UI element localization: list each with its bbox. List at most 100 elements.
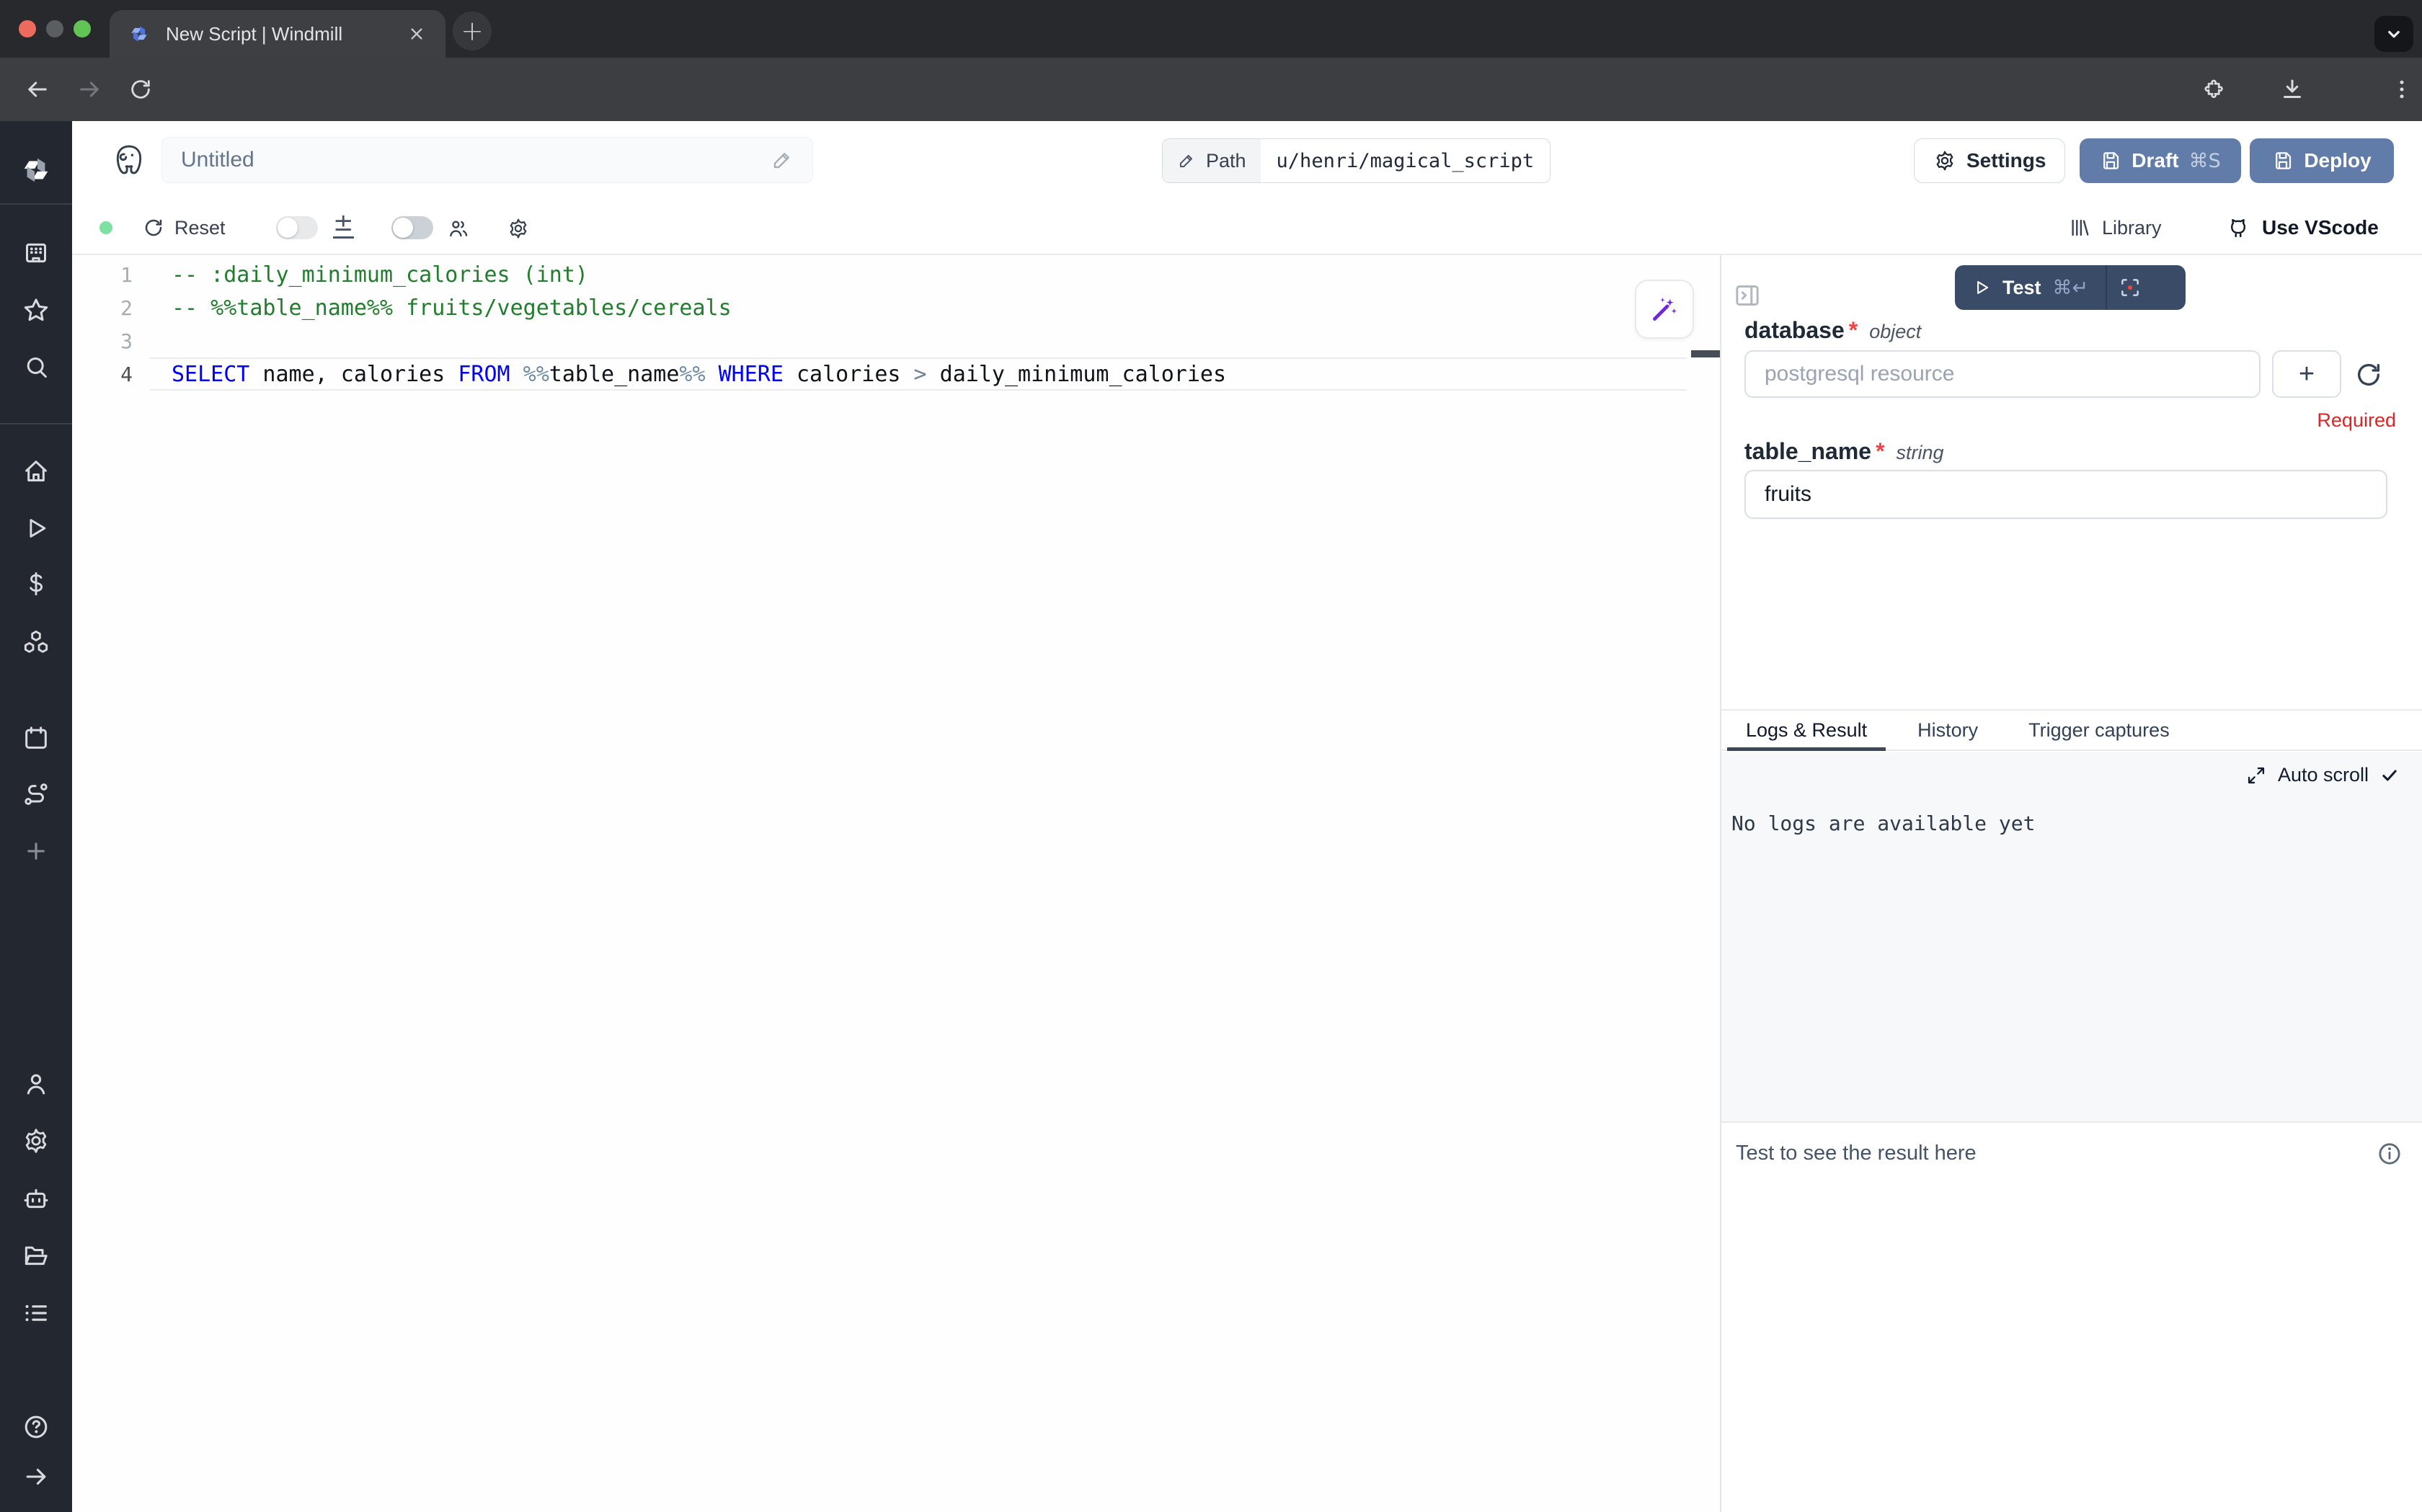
save-icon: [2272, 150, 2294, 172]
code-line-3[interactable]: 3: [72, 324, 1720, 357]
add-resource-button[interactable]: +: [2272, 350, 2341, 398]
browser-toolbar: app.windmill.dev/scripts/add#JTdCJTIyaGF…: [0, 58, 2422, 121]
browser-tab[interactable]: New Script | Windmill: [110, 10, 445, 58]
kebab-menu-icon[interactable]: [2389, 76, 2415, 102]
github-cat-icon: [2226, 215, 2250, 240]
tab-history[interactable]: History: [1899, 711, 1997, 750]
database-resource-input[interactable]: [1744, 350, 2261, 398]
field-type: object: [1869, 321, 1921, 343]
create-plus-icon[interactable]: [22, 837, 50, 865]
home-icon[interactable]: [22, 457, 50, 486]
users-icon: [447, 217, 470, 240]
script-summary-input[interactable]: Untitled: [161, 137, 813, 183]
traffic-light-zoom[interactable]: [74, 20, 91, 37]
magic-wand-icon: [1649, 293, 1680, 325]
windmill-favicon: [128, 23, 150, 45]
edit-pencil-icon[interactable]: [771, 148, 794, 172]
auto-scroll-control[interactable]: Auto scroll: [2246, 764, 2399, 786]
script-path-button[interactable]: Path u/henri/magical_script: [1162, 138, 1551, 183]
multiplayer-toggle[interactable]: [391, 216, 433, 239]
tab-trigger-captures[interactable]: Trigger captures: [2010, 711, 2188, 750]
library-label: Library: [2102, 217, 2162, 239]
browser-tab-strip: New Script | Windmill +: [0, 0, 2422, 58]
ai-assistant-wand-button[interactable]: [1635, 280, 1694, 339]
triggers-route-icon[interactable]: [22, 780, 50, 809]
resources-boxes-icon[interactable]: [22, 628, 50, 657]
code-editor[interactable]: 1 -- :daily_minimum_calories (int) 2-- %%t…: [72, 257, 1720, 1512]
tab-label: History: [1917, 719, 1978, 742]
tab-close-icon[interactable]: [407, 24, 427, 44]
downloads-icon[interactable]: [2279, 76, 2305, 102]
tab-search-button[interactable]: [2374, 16, 2413, 52]
extensions-icon[interactable]: [2200, 77, 2224, 102]
reload-icon[interactable]: [128, 77, 153, 102]
path-label: Path: [1206, 150, 1246, 172]
table-name-input[interactable]: [1744, 470, 2387, 519]
field-name: table_name: [1744, 438, 1871, 465]
back-icon[interactable]: [25, 76, 50, 102]
expand-sidebar-arrow-icon[interactable]: [22, 1463, 50, 1490]
code-line-2[interactable]: 2-- %%table_name%% fruits/vegetables/cer…: [72, 291, 1720, 324]
required-asterisk: *: [1876, 438, 1884, 465]
table-name-field-label: table_name* string: [1744, 438, 1944, 465]
result-placeholder-text: Test to see the result here: [1736, 1142, 1977, 1165]
audit-logs-list-icon[interactable]: [22, 1299, 50, 1328]
windmill-logo[interactable]: [19, 154, 53, 187]
logs-empty-text: No logs are available yet: [1731, 811, 2035, 835]
deploy-label: Deploy: [2304, 149, 2371, 172]
help-icon[interactable]: [22, 1413, 50, 1441]
settings-button[interactable]: Settings: [1914, 138, 2065, 183]
code-text: -- %%table_name%% fruits/vegetables/cere…: [172, 295, 732, 321]
runs-play-icon[interactable]: [22, 515, 50, 542]
workers-robot-icon[interactable]: [22, 1184, 50, 1213]
code-line-4[interactable]: 4SELECT name, calories FROM %%table_name…: [72, 357, 1720, 391]
info-icon[interactable]: [2376, 1140, 2403, 1168]
tab-label: Logs & Result: [1746, 719, 1867, 742]
panel-tabs: Logs & Result History Trigger captures: [1721, 709, 2422, 751]
auto-scroll-label: Auto scroll: [2278, 764, 2369, 786]
line-number: 4: [72, 363, 133, 386]
check-icon: [2380, 766, 2399, 785]
chevron-down-icon: [2383, 23, 2405, 45]
path-value: u/henri/magical_script: [1261, 139, 1551, 182]
traffic-light-close[interactable]: [19, 20, 36, 37]
reset-button[interactable]: Reset: [143, 202, 226, 254]
logs-pane: Auto scroll No logs are available yet: [1721, 752, 2422, 1121]
draft-button[interactable]: Draft ⌘S: [2080, 138, 2241, 183]
refresh-resource-icon[interactable]: [2354, 360, 2383, 389]
required-error-text: Required: [2317, 409, 2396, 432]
collapse-panel-icon[interactable]: [1733, 281, 1762, 310]
tab-logs-result[interactable]: Logs & Result: [1727, 711, 1886, 750]
app-sidebar: [0, 121, 72, 1512]
tab-label: Trigger captures: [2028, 719, 2170, 742]
folders-icon[interactable]: [22, 1241, 50, 1270]
capture-test-button[interactable]: [2107, 265, 2153, 310]
library-button[interactable]: Library: [2069, 202, 2162, 254]
code-line-1[interactable]: 1 -- :daily_minimum_calories (int): [72, 258, 1720, 291]
result-pane: Test to see the result here: [1721, 1121, 2422, 1512]
forward-icon[interactable]: [76, 76, 102, 102]
variables-dollar-icon[interactable]: [22, 570, 50, 597]
draft-label: Draft: [2132, 149, 2178, 172]
traffic-light-minimize[interactable]: [46, 20, 63, 37]
refresh-icon: [143, 217, 164, 239]
line-number: 1: [72, 263, 133, 287]
status-dot: [99, 221, 112, 234]
deploy-button[interactable]: Deploy: [2250, 138, 2394, 183]
editor-settings-gear-icon[interactable]: [507, 217, 530, 240]
user-icon[interactable]: [22, 1069, 50, 1098]
test-button[interactable]: Test ⌘↵: [1955, 265, 2186, 310]
new-tab-button[interactable]: +: [453, 12, 492, 50]
gear-icon: [1933, 149, 1956, 172]
line-number: 3: [72, 329, 133, 353]
schedules-calendar-icon[interactable]: [22, 724, 50, 752]
search-icon[interactable]: [22, 353, 50, 382]
use-vscode-button[interactable]: Use VScode: [2226, 202, 2379, 254]
favorites-star-icon[interactable]: [22, 296, 50, 325]
settings-label: Settings: [1966, 149, 2046, 172]
maximize-icon[interactable]: [2246, 765, 2266, 786]
diff-toggle[interactable]: [276, 216, 318, 239]
workspace-icon[interactable]: [22, 239, 50, 267]
code-text: -- :daily_minimum_calories (int): [172, 262, 588, 288]
settings-gear-icon[interactable]: [22, 1126, 50, 1155]
